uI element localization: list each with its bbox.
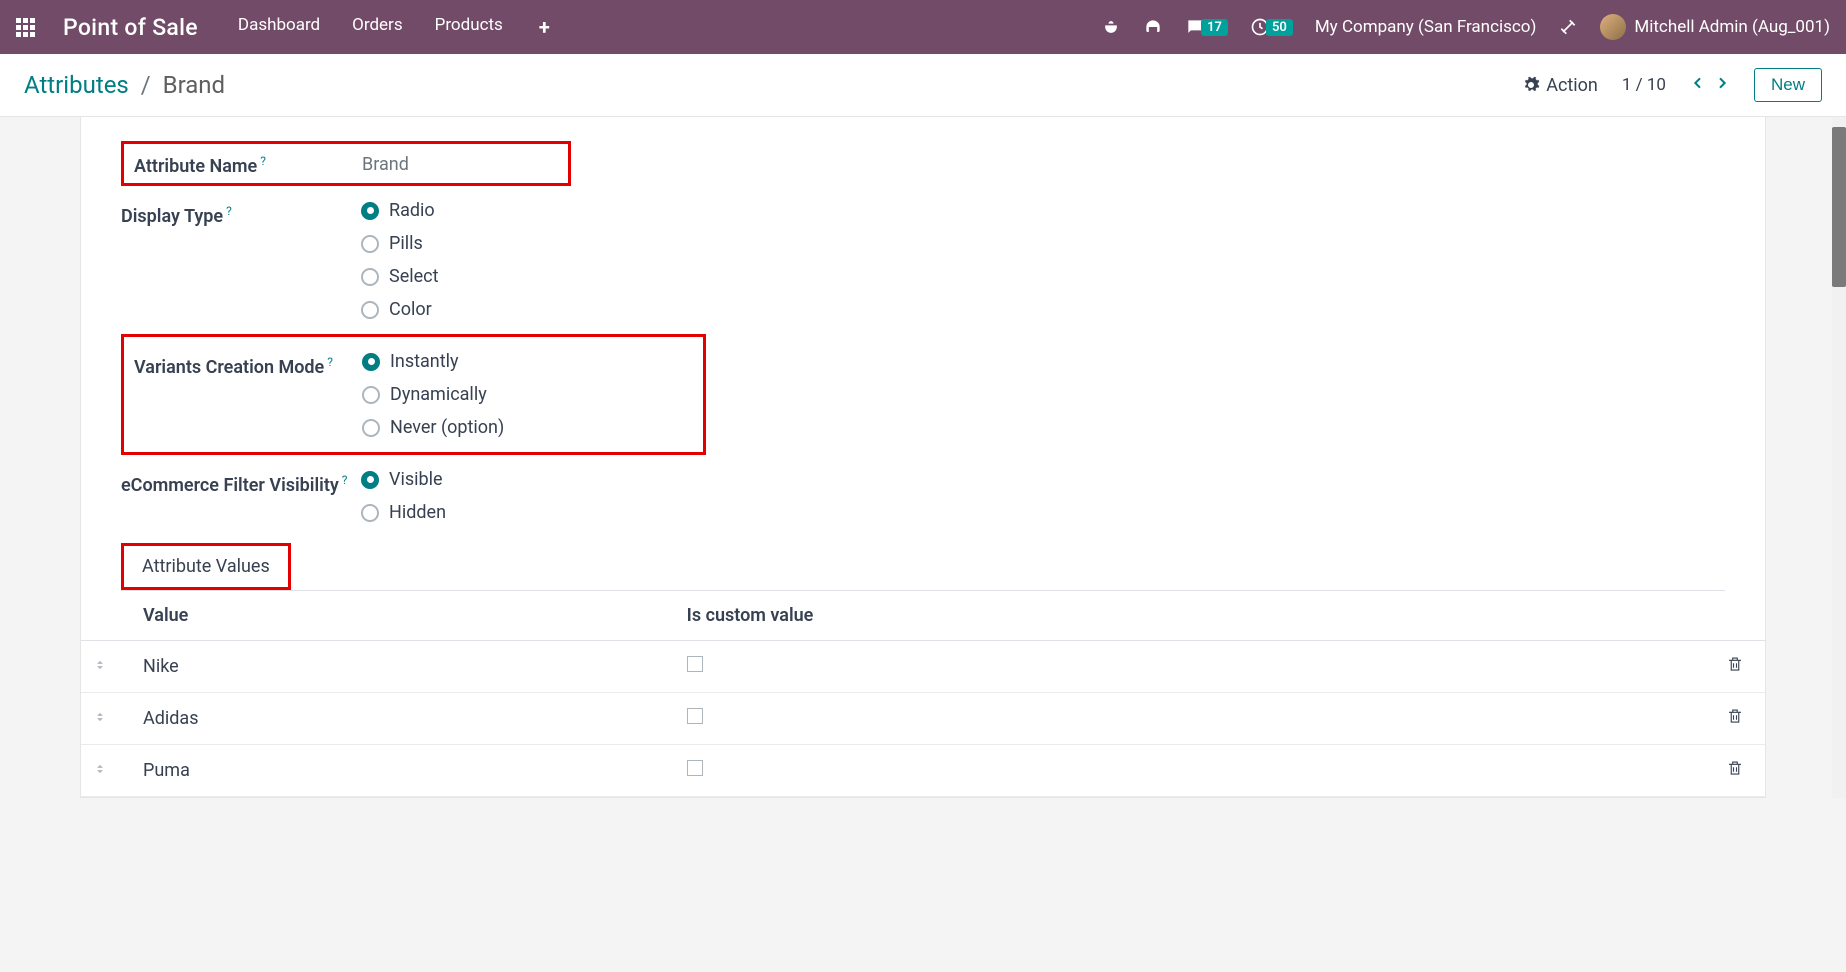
radio-radio[interactable]: Radio bbox=[361, 200, 1725, 221]
delete-row-button[interactable] bbox=[1726, 761, 1744, 782]
highlight-tab: Attribute Values bbox=[121, 543, 291, 590]
attribute-name-value[interactable]: Brand bbox=[362, 150, 409, 175]
action-label: Action bbox=[1546, 75, 1598, 96]
nav-links: Dashboard Orders Products + bbox=[238, 15, 550, 39]
nav-products[interactable]: Products bbox=[435, 15, 503, 39]
variants-mode-label: Variants Creation Mode ? bbox=[134, 351, 362, 378]
user-name: Mitchell Admin (Aug_001) bbox=[1634, 17, 1830, 37]
attribute-name-label: Attribute Name ? bbox=[134, 150, 362, 177]
table-row[interactable]: Nike bbox=[81, 641, 1765, 693]
activity-icon[interactable]: 50 bbox=[1250, 17, 1293, 37]
bug-icon[interactable] bbox=[1101, 17, 1121, 37]
sort-handle-icon[interactable] bbox=[93, 708, 107, 729]
messages-badge: 17 bbox=[1201, 19, 1228, 36]
attribute-values-table: Value Is custom value Nike Adidas bbox=[81, 591, 1765, 797]
help-icon[interactable]: ? bbox=[257, 154, 266, 168]
highlight-attribute-name: Attribute Name ? Brand bbox=[121, 141, 571, 186]
help-icon[interactable]: ? bbox=[223, 204, 232, 218]
table-row[interactable]: Adidas bbox=[81, 693, 1765, 745]
cell-value[interactable]: Nike bbox=[131, 641, 675, 693]
checkbox-custom[interactable] bbox=[687, 656, 703, 672]
delete-row-button[interactable] bbox=[1726, 709, 1744, 730]
avatar-icon bbox=[1600, 14, 1626, 40]
form-sheet: Attribute Name ? Brand Display Type ? Ra… bbox=[81, 117, 1765, 591]
delete-row-button[interactable] bbox=[1726, 657, 1744, 678]
actionbar: Attributes / Brand Action 1 / 10 New bbox=[0, 54, 1846, 117]
sort-handle-icon[interactable] bbox=[93, 760, 107, 781]
display-type-options: Radio Pills Select Color bbox=[361, 200, 1725, 320]
nav-dashboard[interactable]: Dashboard bbox=[238, 15, 320, 39]
pager-text[interactable]: 1 / 10 bbox=[1622, 75, 1666, 95]
help-icon[interactable]: ? bbox=[324, 355, 333, 369]
radio-visible[interactable]: Visible bbox=[361, 469, 1725, 490]
radio-select[interactable]: Select bbox=[361, 266, 1725, 287]
apps-icon[interactable] bbox=[16, 18, 35, 37]
pager-arrows bbox=[1690, 75, 1730, 95]
user-menu[interactable]: Mitchell Admin (Aug_001) bbox=[1600, 14, 1830, 40]
pager-prev[interactable] bbox=[1690, 75, 1706, 95]
breadcrumb-parent[interactable]: Attributes bbox=[24, 71, 129, 99]
ecommerce-filter-row: eCommerce Filter Visibility ? Visible Hi… bbox=[121, 469, 1725, 523]
scrollbar-thumb[interactable] bbox=[1832, 127, 1846, 287]
cell-value[interactable]: Puma bbox=[131, 745, 675, 797]
add-menu-button[interactable]: + bbox=[539, 15, 550, 39]
gear-icon bbox=[1522, 76, 1540, 94]
display-type-row: Display Type ? Radio Pills Select Color bbox=[121, 200, 1725, 320]
activity-badge: 50 bbox=[1266, 19, 1293, 36]
content: Attribute Name ? Brand Display Type ? Ra… bbox=[80, 117, 1766, 798]
radio-dynamically[interactable]: Dynamically bbox=[362, 384, 693, 405]
cell-value[interactable]: Adidas bbox=[131, 693, 675, 745]
radio-instantly[interactable]: Instantly bbox=[362, 351, 693, 372]
tools-icon[interactable] bbox=[1558, 17, 1578, 37]
radio-color[interactable]: Color bbox=[361, 299, 1725, 320]
action-dropdown[interactable]: Action bbox=[1522, 75, 1598, 96]
topbar: Point of Sale Dashboard Orders Products … bbox=[0, 0, 1846, 54]
highlight-variants-mode: Variants Creation Mode ? Instantly Dynam… bbox=[121, 334, 706, 455]
radio-never[interactable]: Never (option) bbox=[362, 417, 693, 438]
topbar-left: Point of Sale Dashboard Orders Products … bbox=[16, 14, 550, 41]
content-wrap: Attribute Name ? Brand Display Type ? Ra… bbox=[0, 117, 1846, 798]
tabs: Attribute Values bbox=[121, 543, 1725, 591]
messages-icon[interactable]: 17 bbox=[1185, 17, 1228, 37]
scrollbar-track[interactable] bbox=[1832, 117, 1846, 798]
sort-handle-icon[interactable] bbox=[93, 656, 107, 677]
variants-mode-options: Instantly Dynamically Never (option) bbox=[362, 351, 693, 438]
tab-attribute-values[interactable]: Attribute Values bbox=[124, 546, 288, 587]
checkbox-custom[interactable] bbox=[687, 760, 703, 776]
support-icon[interactable] bbox=[1143, 17, 1163, 37]
radio-hidden[interactable]: Hidden bbox=[361, 502, 1725, 523]
display-type-label: Display Type ? bbox=[121, 200, 361, 227]
actionbar-right: Action 1 / 10 New bbox=[1522, 68, 1822, 102]
table-row[interactable]: Puma bbox=[81, 745, 1765, 797]
new-button[interactable]: New bbox=[1754, 68, 1822, 102]
checkbox-custom[interactable] bbox=[687, 708, 703, 724]
breadcrumb: Attributes / Brand bbox=[24, 71, 225, 99]
nav-orders[interactable]: Orders bbox=[352, 15, 402, 39]
app-title[interactable]: Point of Sale bbox=[63, 14, 198, 41]
breadcrumb-separator: / bbox=[141, 71, 151, 99]
topbar-right: 17 50 My Company (San Francisco) Mitchel… bbox=[1101, 14, 1830, 40]
company-selector[interactable]: My Company (San Francisco) bbox=[1315, 17, 1537, 37]
ecommerce-filter-label: eCommerce Filter Visibility ? bbox=[121, 469, 361, 496]
help-icon[interactable]: ? bbox=[339, 473, 348, 487]
radio-pills[interactable]: Pills bbox=[361, 233, 1725, 254]
pager-next[interactable] bbox=[1714, 75, 1730, 95]
col-custom[interactable]: Is custom value bbox=[675, 591, 1705, 641]
col-value[interactable]: Value bbox=[131, 591, 675, 641]
ecommerce-filter-options: Visible Hidden bbox=[361, 469, 1725, 523]
breadcrumb-current: Brand bbox=[163, 71, 225, 99]
